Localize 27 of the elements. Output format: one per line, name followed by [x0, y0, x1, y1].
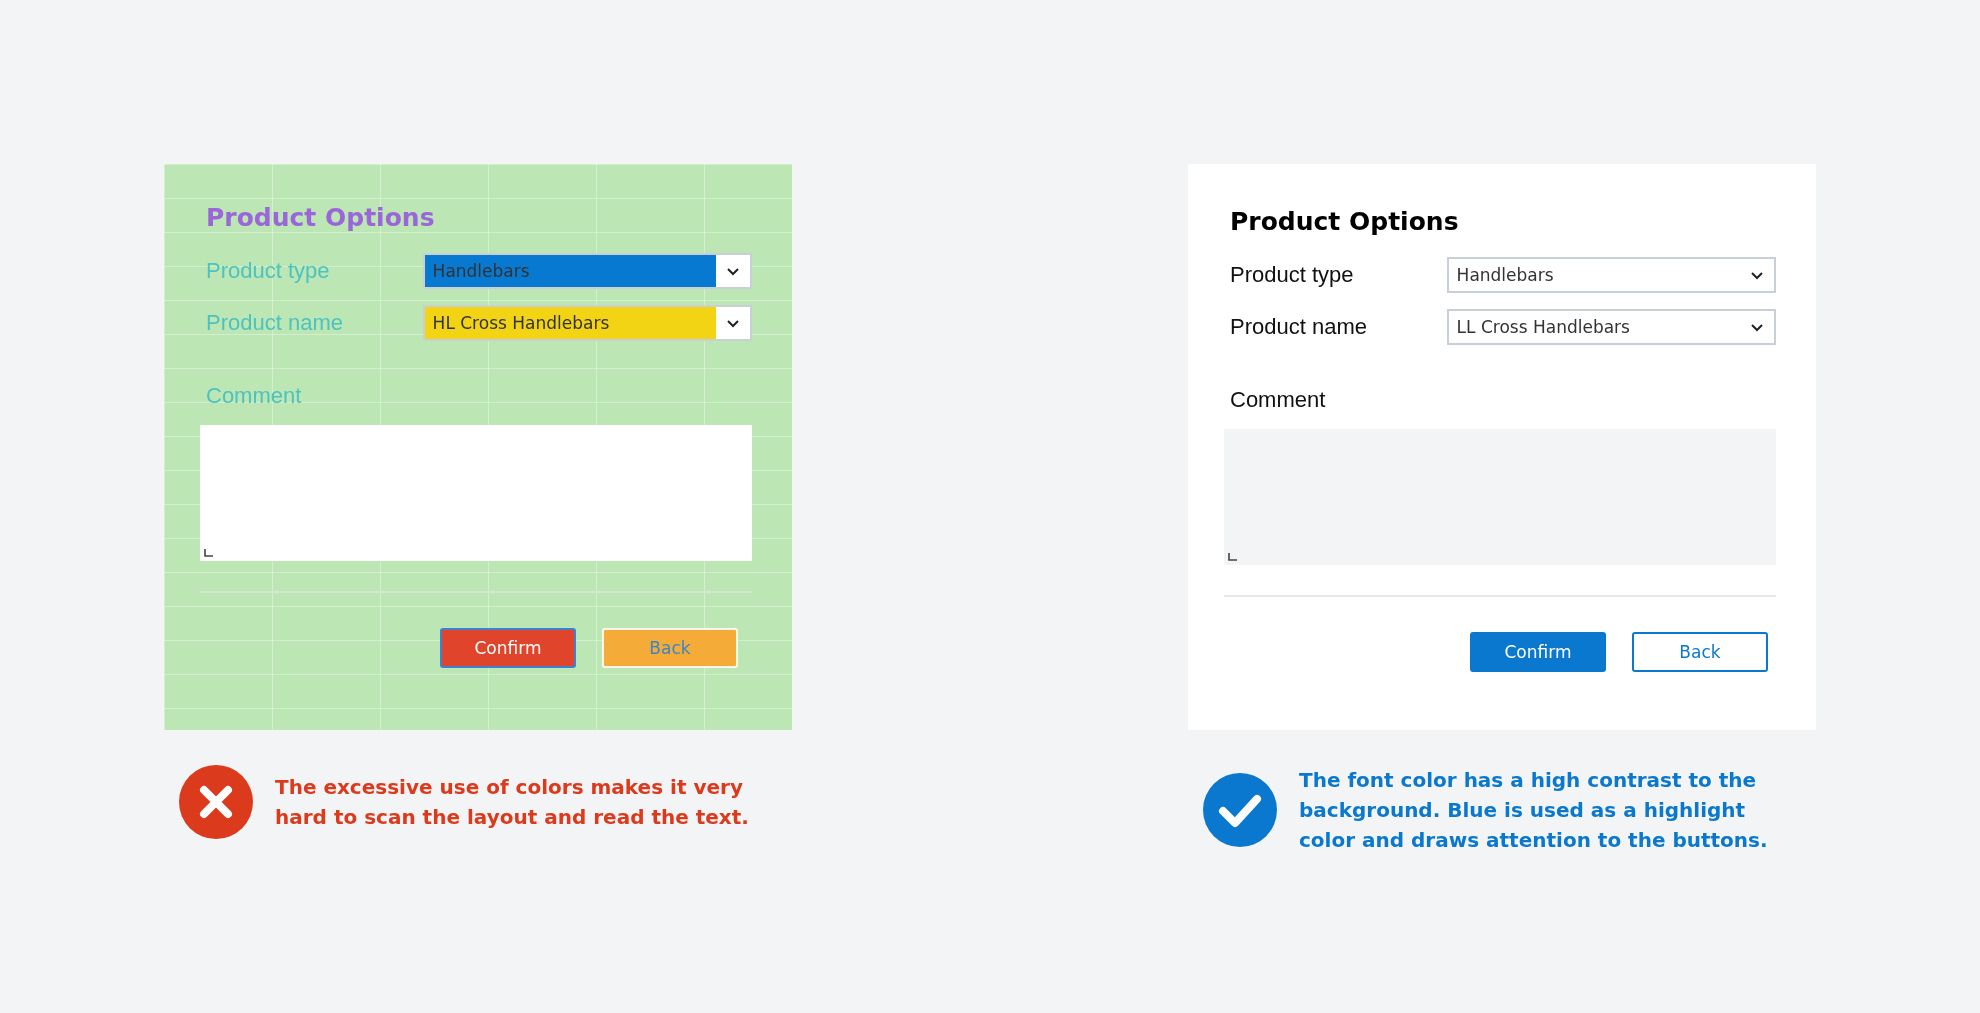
cross-icon	[179, 765, 253, 839]
field-label: Product name	[1230, 314, 1368, 340]
comment-label: Comment	[1230, 386, 1327, 414]
resize-handle-icon	[204, 549, 213, 557]
confirm-button[interactable]: Confirm	[1470, 632, 1606, 672]
comment-label: Comment	[206, 382, 303, 410]
dropdown-field[interactable]: LL Cross Handlebars	[1446, 309, 1776, 345]
dialog-title: Product Options	[1230, 206, 1460, 238]
comment-field[interactable]	[200, 425, 752, 561]
dropdown-field[interactable]: Handlebars	[422, 253, 752, 289]
chevron-down-icon	[1750, 322, 1764, 332]
chevron-down-icon	[726, 318, 740, 328]
checkmark-icon	[1203, 773, 1277, 847]
resize-handle-icon	[1228, 553, 1237, 561]
dropdown-field[interactable]: Handlebars	[1446, 257, 1776, 293]
field-label: Product type	[206, 258, 331, 284]
field-label: Product type	[1230, 262, 1355, 288]
chevron-down-icon	[726, 266, 740, 276]
chevron-down-icon	[1750, 270, 1764, 280]
verdict-text: The font color has a high contrast to the background. Blue is used as a highlight color and draws attention to the buttons.	[1299, 767, 1769, 854]
dropdown-field[interactable]: HL Cross Handlebars	[422, 305, 752, 341]
confirm-button[interactable]: Confirm	[440, 628, 576, 668]
comment-field[interactable]	[1224, 429, 1776, 565]
back-button[interactable]: Back	[1632, 632, 1768, 672]
verdict-text: The excessive use of colors makes it very hard to scan the layout and read the text.	[275, 774, 750, 831]
field-label: Product name	[206, 310, 344, 336]
dialog-title: Product Options	[206, 202, 436, 234]
